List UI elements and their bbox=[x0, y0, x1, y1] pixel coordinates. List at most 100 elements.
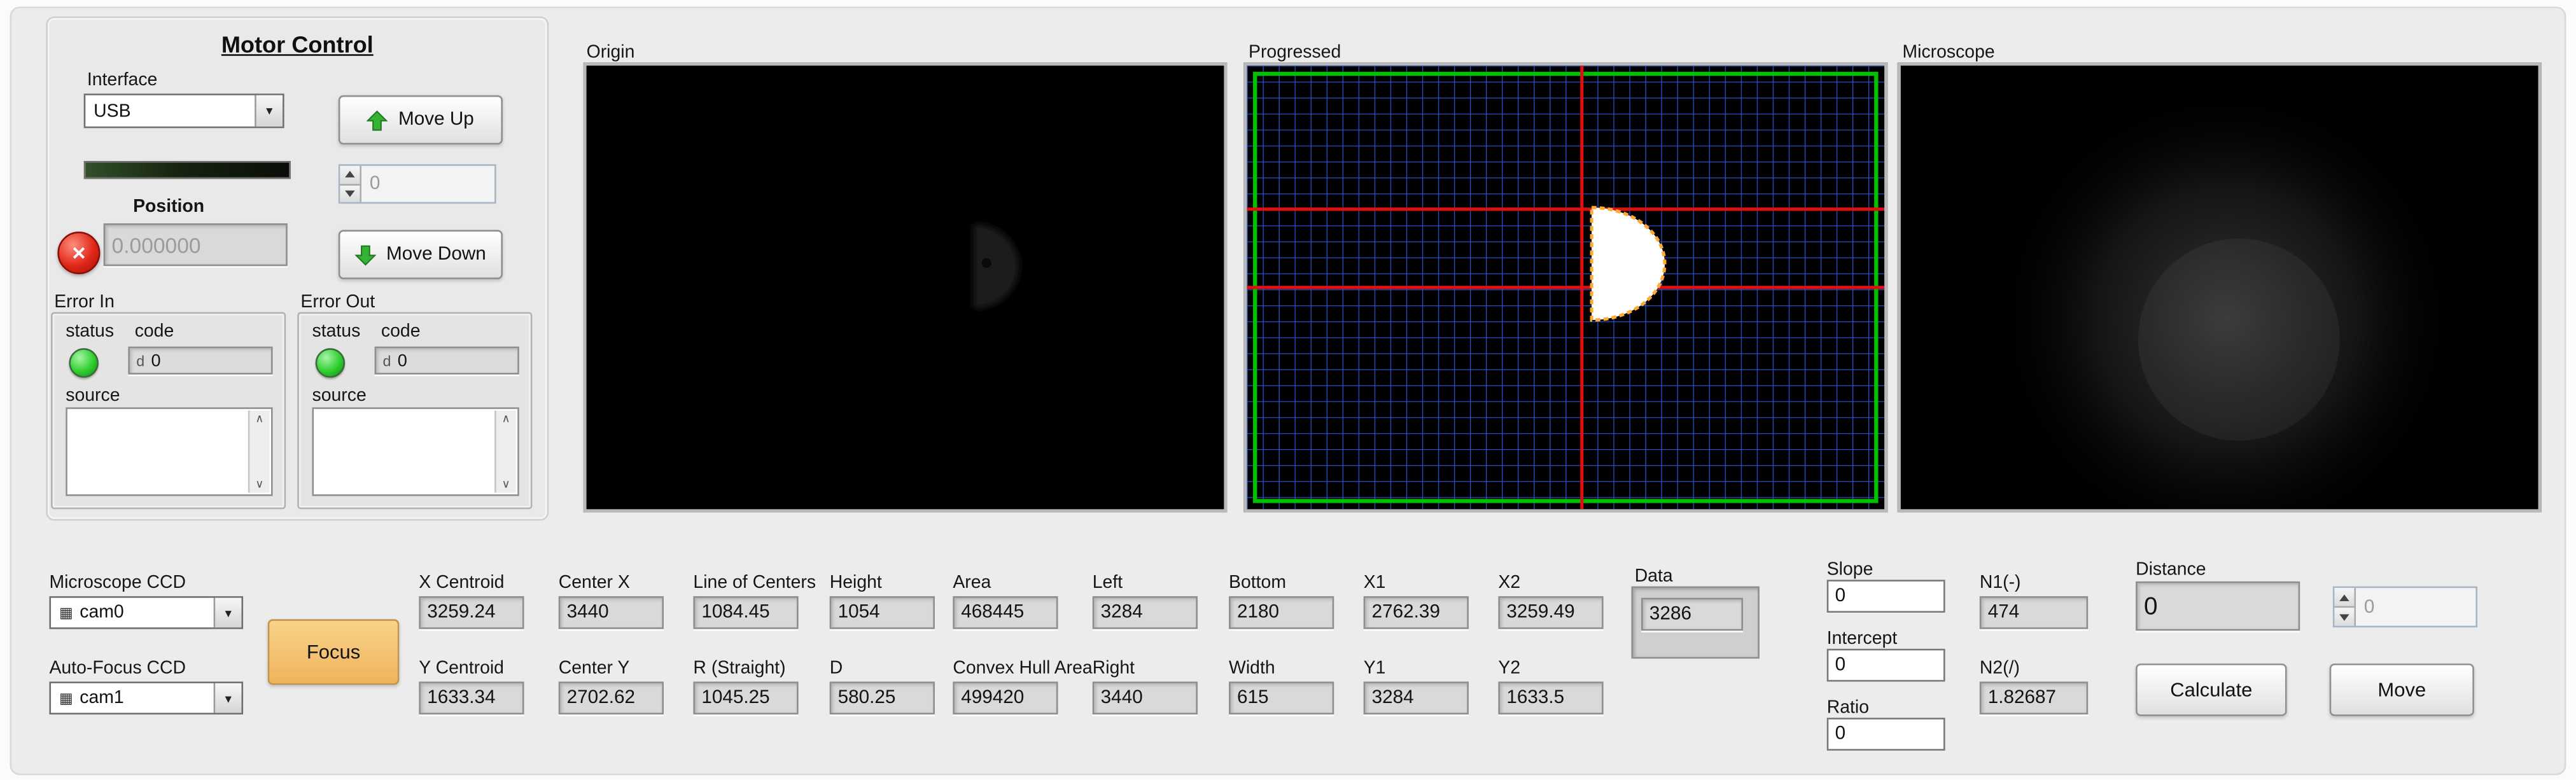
increment-icon[interactable] bbox=[340, 165, 360, 183]
error-in-source-box: ∧ ∨ bbox=[66, 407, 273, 496]
y1-value: 3284 bbox=[1363, 681, 1469, 714]
error-in-code-label: code bbox=[134, 321, 174, 342]
focus-button[interactable]: Focus bbox=[267, 619, 400, 685]
focus-button-label: Focus bbox=[306, 640, 361, 664]
move-button-label: Move bbox=[2377, 678, 2426, 702]
area-value: 468445 bbox=[953, 596, 1058, 629]
data-listbox[interactable]: 3286 bbox=[1631, 586, 1760, 659]
calculate-button[interactable]: Calculate bbox=[2136, 663, 2287, 716]
camera-session-icon: ▦ bbox=[59, 603, 73, 620]
microscope-image-display bbox=[1897, 62, 2542, 513]
error-in-code-value: d 0 bbox=[128, 346, 273, 375]
spinner[interactable] bbox=[2334, 588, 2356, 626]
left-label: Left bbox=[1092, 573, 1123, 593]
move-button[interactable]: Move bbox=[2329, 663, 2474, 716]
increment-icon[interactable] bbox=[2334, 588, 2355, 606]
area-label: Area bbox=[953, 573, 991, 593]
center-x-label: Center X bbox=[558, 573, 630, 593]
line-of-centers-label: Line of Centers bbox=[693, 573, 816, 593]
progressed-image bbox=[1247, 66, 1885, 510]
center-y-label: Center Y bbox=[558, 658, 630, 679]
interface-label: Interface bbox=[87, 71, 158, 90]
step-size-value: 0 bbox=[369, 174, 381, 194]
x2-label: X2 bbox=[1498, 573, 1521, 593]
center-x-value: 3440 bbox=[558, 596, 664, 629]
step-size-input[interactable]: 0 bbox=[338, 164, 496, 204]
move-down-button[interactable]: Move Down bbox=[338, 230, 503, 279]
interface-select[interactable]: USB ▾ bbox=[83, 94, 284, 129]
error-out-source-box: ∧ ∨ bbox=[312, 407, 519, 496]
down-arrow-icon bbox=[354, 244, 377, 265]
convex-hull-area-label: Convex Hull Area bbox=[953, 658, 1093, 679]
microscope-ccd-label: Microscope CCD bbox=[49, 573, 186, 593]
y1-label: Y1 bbox=[1363, 658, 1386, 679]
calculate-button-label: Calculate bbox=[2170, 678, 2253, 702]
line-of-centers-value: 1084.45 bbox=[693, 596, 799, 629]
scroll-down-icon[interactable]: ∨ bbox=[255, 478, 263, 491]
particle-core-dot bbox=[981, 258, 991, 268]
spinner[interactable] bbox=[340, 165, 361, 202]
autofocus-ccd-label: Auto-Focus CCD bbox=[49, 658, 186, 679]
camera-session-icon: ▦ bbox=[59, 688, 73, 706]
progressed-image-display bbox=[1243, 62, 1888, 513]
n1-value: 474 bbox=[1979, 596, 2089, 629]
progressed-display-label: Progressed bbox=[1249, 43, 1341, 63]
width-label: Width bbox=[1229, 658, 1275, 679]
d-value: 580.25 bbox=[829, 681, 935, 714]
autofocus-ccd-select[interactable]: ▦ cam1 ▾ bbox=[49, 681, 244, 714]
center-y-value: 2702.62 bbox=[558, 681, 664, 714]
origin-image bbox=[586, 66, 1224, 510]
error-in-status-led bbox=[69, 348, 99, 378]
n1-label: N1(-) bbox=[1979, 573, 2021, 593]
move-up-label: Move Up bbox=[398, 109, 474, 130]
scroll-up-icon[interactable]: ∧ bbox=[255, 412, 263, 426]
position-label: Position bbox=[133, 197, 205, 217]
scroll-down-icon[interactable]: ∨ bbox=[502, 478, 510, 491]
scrollbar[interactable]: ∧ ∨ bbox=[248, 410, 270, 493]
error-out-status-label: status bbox=[312, 321, 361, 342]
microscope-ccd-select[interactable]: ▦ cam0 ▾ bbox=[49, 596, 244, 629]
scroll-up-icon[interactable]: ∧ bbox=[502, 412, 510, 426]
error-in-source-label: source bbox=[66, 386, 120, 406]
intercept-label: Intercept bbox=[1826, 629, 1898, 649]
error-out-label: Error Out bbox=[300, 292, 375, 312]
dropdown-arrow-icon[interactable]: ▾ bbox=[213, 597, 242, 628]
x1-label: X1 bbox=[1363, 573, 1386, 593]
x-centroid-value: 3259.24 bbox=[419, 596, 524, 629]
decrement-icon[interactable] bbox=[2334, 606, 2355, 626]
microscope-display-label: Microscope bbox=[1902, 43, 1995, 63]
dropdown-arrow-icon[interactable]: ▾ bbox=[255, 95, 283, 127]
right-label: Right bbox=[1092, 658, 1135, 679]
x-centroid-label: X Centroid bbox=[419, 573, 505, 593]
ratio-input[interactable] bbox=[1826, 718, 1945, 751]
n2-label: N2(/) bbox=[1979, 658, 2020, 679]
move-up-button[interactable]: Move Up bbox=[338, 95, 503, 145]
move-target-input[interactable]: 0 bbox=[2332, 586, 2478, 628]
d-label: D bbox=[829, 658, 843, 679]
error-out-cluster: status code d 0 source ∧ ∨ bbox=[297, 312, 533, 510]
decrement-icon[interactable] bbox=[340, 183, 360, 202]
y-centroid-value: 1633.34 bbox=[419, 681, 524, 714]
scrollbar[interactable]: ∧ ∨ bbox=[494, 410, 516, 493]
data-label: Data bbox=[1634, 566, 1673, 587]
microscope-image bbox=[1900, 66, 2538, 510]
slope-input[interactable] bbox=[1826, 580, 1945, 613]
left-value: 3284 bbox=[1092, 596, 1198, 629]
bottom-label: Bottom bbox=[1229, 573, 1287, 593]
activity-bar-indicator bbox=[83, 160, 291, 179]
origin-image-display bbox=[583, 62, 1228, 513]
y2-value: 1633.5 bbox=[1498, 681, 1604, 714]
close-icon: ✕ bbox=[71, 244, 87, 264]
dropdown-arrow-icon[interactable]: ▾ bbox=[213, 683, 242, 713]
intercept-input[interactable] bbox=[1826, 648, 1945, 682]
distance-label: Distance bbox=[2136, 560, 2206, 580]
r-straight-value: 1045.25 bbox=[693, 681, 799, 714]
x1-value: 2762.39 bbox=[1363, 596, 1469, 629]
stop-button[interactable]: ✕ bbox=[57, 232, 101, 275]
error-out-status-led bbox=[315, 348, 346, 378]
distance-value: 0 bbox=[2136, 581, 2300, 631]
right-value: 3440 bbox=[1092, 681, 1198, 714]
bottom-value: 2180 bbox=[1229, 596, 1334, 629]
error-out-code-label: code bbox=[381, 321, 421, 342]
convex-hull-area-value: 499420 bbox=[953, 681, 1058, 714]
